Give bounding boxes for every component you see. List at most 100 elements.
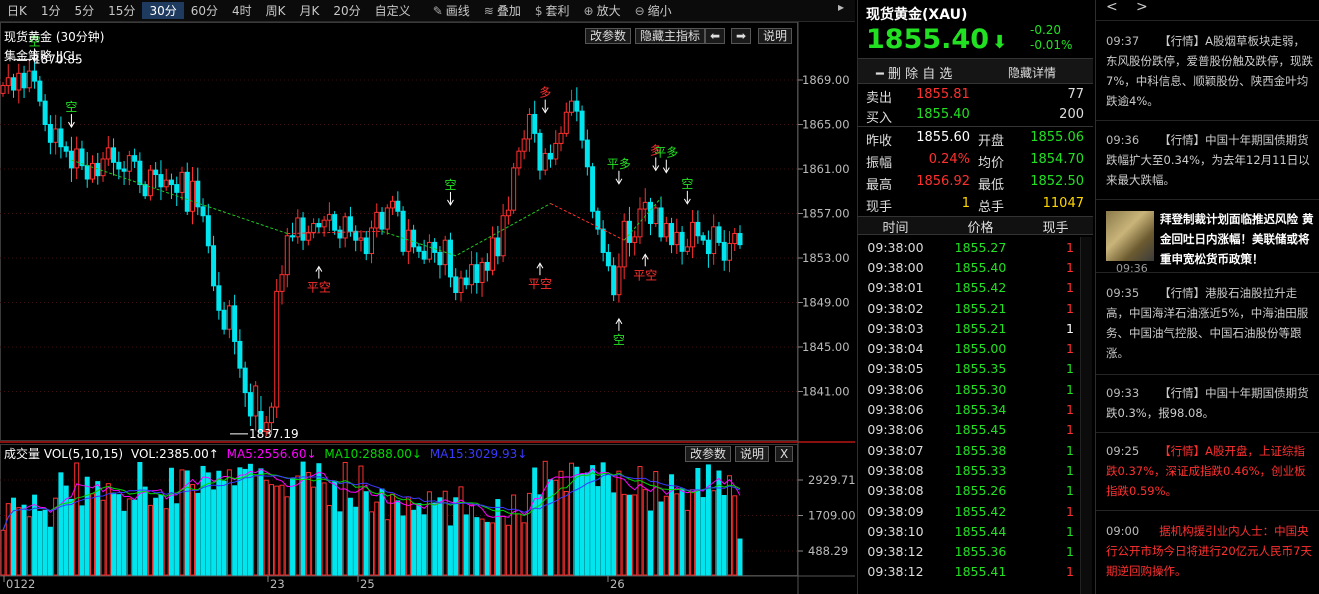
candle-down	[300, 217, 306, 241]
tick-volume: 1	[1066, 523, 1074, 539]
volume-bar-up	[105, 483, 111, 576]
volume-bar-up	[26, 516, 32, 576]
news-item[interactable]: 09:25 【行情】A股开盘，上证综指跌0.37%，深证成指跌0.46%，创业板指…	[1106, 441, 1316, 501]
tick-time: 09:38:05	[867, 361, 924, 377]
stat-label: 开盘	[978, 134, 1005, 149]
hide-detail-button[interactable]: 隐藏详情	[1008, 64, 1056, 81]
candle-down	[121, 168, 127, 172]
volume-bar-down	[79, 505, 85, 576]
volume-bar-down	[32, 494, 38, 576]
period-tab-10[interactable]: 自定义	[368, 2, 418, 19]
quote-price: 1855.40 ⬇	[866, 24, 1007, 55]
volume-bar-down	[658, 501, 664, 576]
volume-bar-down	[421, 514, 427, 576]
volume-bar-down	[437, 497, 443, 576]
volume-bar-up	[726, 475, 732, 576]
candle-up	[358, 237, 364, 241]
volume-bar-up	[711, 490, 717, 576]
stat-value: 11047	[1042, 196, 1084, 211]
stat-value: 1854.70	[1030, 152, 1084, 167]
candle-up	[616, 266, 622, 296]
candle-down	[611, 265, 617, 296]
strategy-label: 集金策略 JJCL	[4, 49, 78, 63]
tool-button-缩小[interactable]: ⊖ 缩小	[628, 2, 679, 19]
quote-panel: 现货黄金(XAU) 1855.40 ⬇ -0.20 -0.01% ━ 删 除 自 …	[857, 0, 1093, 594]
candle-up	[274, 290, 280, 408]
tick-price: 1855.42	[954, 280, 1007, 296]
period-tab-4[interactable]: 30分	[142, 2, 184, 19]
y-tick-label: 1865.00	[802, 118, 850, 132]
main-help-button[interactable]: 说明	[758, 28, 793, 44]
hide-indicator-button[interactable]: 隐藏主指标	[635, 28, 706, 44]
tick-time: 09:38:10	[867, 523, 924, 539]
tool-button-放大[interactable]: ⊕ 放大	[577, 2, 628, 19]
period-tab-0[interactable]: 日K	[0, 2, 34, 19]
candle-down	[158, 174, 164, 188]
ma10-value: MA10:2888.00↓	[324, 447, 422, 461]
news-item[interactable]: 拜登制裁计划面临推迟风险 黄金回吐日内涨幅！美联储或将重申宽松货币政策！ 09:3…	[1106, 209, 1316, 275]
volume-title: 成交量 VOL(5,10,15)	[4, 447, 124, 461]
volume-bar-down	[121, 510, 127, 576]
candle-up	[326, 214, 332, 221]
news-time: 09:37	[1106, 34, 1140, 48]
volume-bar-down	[716, 470, 722, 576]
news-next-button[interactable]: >	[1136, 0, 1148, 15]
candle-down	[716, 226, 722, 243]
candle-down	[474, 264, 480, 283]
y-tick-label: 1857.00	[802, 207, 850, 221]
stat-label: 最高	[866, 178, 893, 193]
period-tab-6[interactable]: 4时	[225, 2, 259, 19]
volume-bar-up	[632, 494, 638, 576]
main-params-button[interactable]: 改参数	[585, 28, 632, 44]
period-tab-5[interactable]: 60分	[184, 2, 225, 19]
volume-bar-down	[379, 488, 385, 576]
volume-bar-down	[484, 521, 490, 576]
remove-favorite-button[interactable]: ━ 删 除 自 选	[876, 63, 952, 82]
volume-params-button[interactable]: 改参数	[685, 446, 732, 462]
volume-bar-up	[674, 493, 680, 576]
news-item[interactable]: 09:37 【行情】A股烟草板块走弱，东风股份跌停，爱普股份触及跌停，现跌7%，中…	[1106, 31, 1316, 111]
toolbar-more-icon[interactable]: ▸	[831, 0, 851, 14]
volume-bar-up	[374, 501, 380, 576]
candle-down	[600, 228, 606, 253]
tick-price: 1855.45	[954, 422, 1007, 438]
news-item[interactable]: 09:36 【行情】中国十年期国债期货跌幅扩大至0.34%，为去年12月11日以来…	[1106, 130, 1316, 190]
volume-bar-down	[216, 470, 222, 576]
period-tab-3[interactable]: 15分	[101, 2, 142, 19]
candle-up	[226, 305, 232, 330]
tool-button-画线[interactable]: ✎ 画线	[426, 2, 477, 19]
tick-row: 09:38:05 1855.35 1	[858, 359, 1082, 379]
kline-chart[interactable]: 1869.00 1865.00 1861.00 1857.00 1853.00 1849.…	[0, 22, 855, 594]
period-tab-2[interactable]: 5分	[68, 2, 102, 19]
ticks-list: 09:38:00 1855.27 1 09:38:00 1855.40 1 09:38:01…	[858, 237, 1082, 582]
period-tab-1[interactable]: 1分	[34, 2, 68, 19]
candles	[0, 59, 743, 437]
volume-bar-down	[695, 467, 701, 576]
news-item[interactable]: 09:33 【行情】中国十年期国债期货跌0.3%，报98.08。	[1106, 383, 1316, 423]
volume-bar-down	[605, 474, 611, 576]
news-item[interactable]: 09:00 据机构援引业内人士：中国央行公开市场今日将进行20亿元人民币7天期逆回…	[1106, 521, 1316, 581]
volume-legend: 成交量 VOL(5,10,15) VOL:2385.00↑ MA5:2556.6…	[4, 445, 527, 462]
tick-volume: 1	[1066, 320, 1074, 336]
period-tab-8[interactable]: 月K	[293, 2, 327, 19]
scroll-left-button[interactable]: ⬅	[705, 28, 726, 44]
ticks-scrollbar[interactable]	[1080, 237, 1092, 594]
volume-bar-up	[558, 470, 564, 576]
period-tab-7[interactable]: 周K	[259, 2, 293, 19]
sell-volume: 77	[1067, 87, 1084, 102]
stack-icon: ≋	[483, 4, 494, 18]
tool-button-套利[interactable]: $ 套利	[528, 2, 577, 19]
tick-time: 09:38:06	[867, 402, 924, 418]
moneybag-icon: $	[534, 4, 543, 18]
tool-button-叠加[interactable]: ≋ 叠加	[477, 2, 528, 19]
volume-close-button[interactable]: X	[775, 446, 794, 462]
volume-bar-down	[142, 486, 148, 576]
news-prev-button[interactable]: <	[1106, 0, 1118, 15]
news-item[interactable]: 09:35 【行情】港股石油股拉升走高，中国海洋石油涨近5%，中海油田服务、中国油…	[1106, 283, 1316, 363]
scroll-right-button[interactable]: ➡	[731, 28, 752, 44]
period-tab-9[interactable]: 20分	[326, 2, 367, 19]
volume-bar-up	[405, 496, 411, 576]
volume-help-button[interactable]: 说明	[735, 446, 770, 462]
volume-bar-up	[295, 475, 301, 576]
volume-bar-down	[532, 467, 538, 576]
